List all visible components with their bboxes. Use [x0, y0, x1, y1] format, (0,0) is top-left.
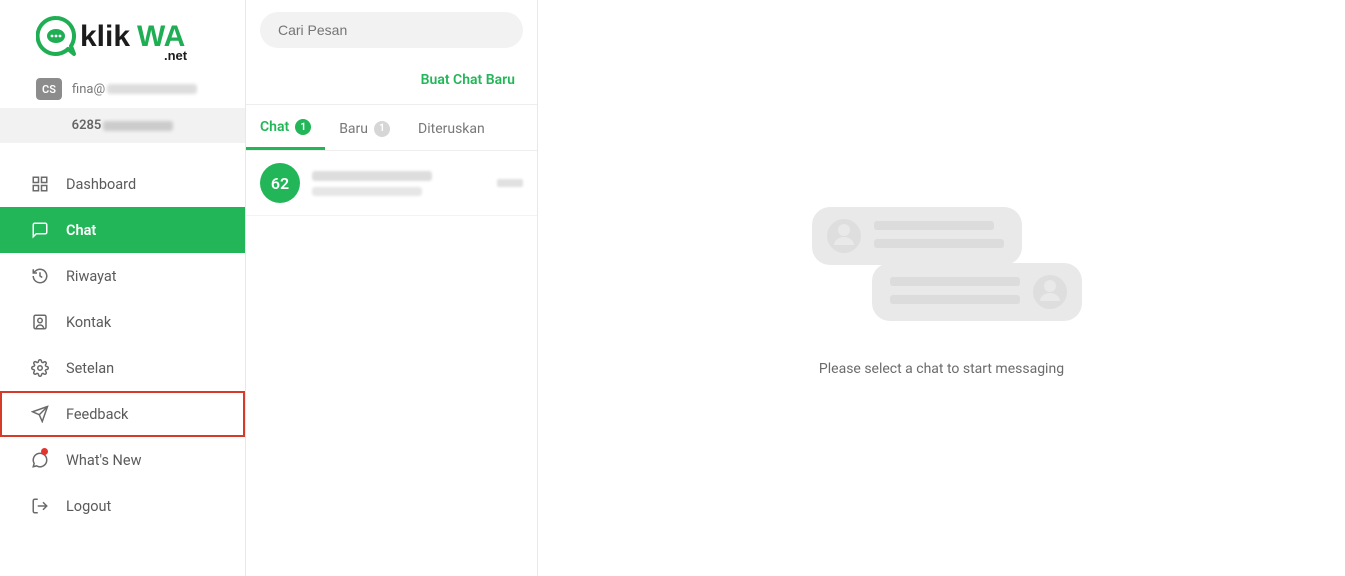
- chatlist-panel: Buat Chat Baru Chat 1 Baru 1 Diteruskan …: [246, 0, 538, 576]
- logo: klik WA .net: [0, 0, 245, 72]
- user-email: fina@: [72, 82, 197, 97]
- user-badge: CS: [36, 78, 62, 100]
- conversation-item[interactable]: 62: [246, 151, 537, 216]
- chat-main-empty: Please select a chat to start messaging: [538, 0, 1345, 576]
- nav-label: Riwayat: [66, 268, 117, 285]
- conversation-time-blurred: [497, 179, 523, 187]
- tab-diteruskan[interactable]: Diteruskan: [404, 105, 499, 150]
- contact-icon: [30, 313, 50, 331]
- gear-icon: [30, 359, 50, 377]
- phone-prefix: 6285: [72, 118, 102, 133]
- svg-text:klik: klik: [80, 20, 130, 53]
- search-input[interactable]: [260, 12, 523, 48]
- nav-whatsnew[interactable]: What's New: [0, 437, 245, 483]
- grid-icon: [30, 175, 50, 193]
- tab-badge: 1: [374, 121, 390, 137]
- nav-label: Chat: [66, 222, 96, 239]
- history-icon: [30, 267, 50, 285]
- conversation-preview-blurred: [312, 187, 422, 196]
- nav-label: Dashboard: [66, 176, 136, 193]
- notification-dot: [41, 448, 48, 455]
- svg-text:.net: .net: [164, 48, 188, 63]
- user-row: CS fina@: [0, 72, 245, 108]
- new-chat-row: Buat Chat Baru: [246, 58, 537, 105]
- tab-chat[interactable]: Chat 1: [246, 105, 325, 150]
- tab-label: Baru: [339, 121, 368, 137]
- empty-illustration: [802, 199, 1082, 333]
- nav-feedback[interactable]: Feedback: [0, 391, 245, 437]
- logo-svg: klik WA .net: [36, 12, 206, 68]
- conversation-title-blurred: [312, 171, 432, 181]
- empty-text: Please select a chat to start messaging: [819, 361, 1064, 377]
- nav-label: Logout: [66, 498, 111, 515]
- conversation-meta: [497, 179, 523, 187]
- logout-icon: [30, 497, 50, 515]
- phone-row: 6285: [0, 108, 245, 143]
- nav-label: Setelan: [66, 360, 114, 377]
- tab-label: Diteruskan: [418, 121, 485, 137]
- nav-chat[interactable]: Chat: [0, 207, 245, 253]
- tab-label: Chat: [260, 119, 289, 135]
- nav-label: What's New: [66, 452, 141, 469]
- nav-kontak[interactable]: Kontak: [0, 299, 245, 345]
- user-email-prefix: fina@: [72, 82, 105, 97]
- phone-blurred: [103, 121, 173, 131]
- tab-baru[interactable]: Baru 1: [325, 105, 404, 150]
- user-email-blurred: [107, 84, 197, 94]
- chat-icon: [30, 221, 50, 239]
- nav-logout[interactable]: Logout: [0, 483, 245, 529]
- conversation-avatar: 62: [260, 163, 300, 203]
- conversation-body: [312, 171, 485, 196]
- nav-label: Feedback: [66, 406, 128, 423]
- tab-badge: 1: [295, 119, 311, 135]
- send-icon: [30, 405, 50, 423]
- nav: Dashboard Chat Riwayat Kontak Setelan: [0, 161, 245, 529]
- chat-tabs: Chat 1 Baru 1 Diteruskan: [246, 105, 537, 151]
- nav-dashboard[interactable]: Dashboard: [0, 161, 245, 207]
- nav-riwayat[interactable]: Riwayat: [0, 253, 245, 299]
- sidebar: klik WA .net CS fina@ 6285 Dashboard Cha…: [0, 0, 246, 576]
- new-chat-link[interactable]: Buat Chat Baru: [421, 72, 515, 88]
- nav-label: Kontak: [66, 314, 111, 331]
- nav-setelan[interactable]: Setelan: [0, 345, 245, 391]
- search-wrap: [246, 0, 537, 58]
